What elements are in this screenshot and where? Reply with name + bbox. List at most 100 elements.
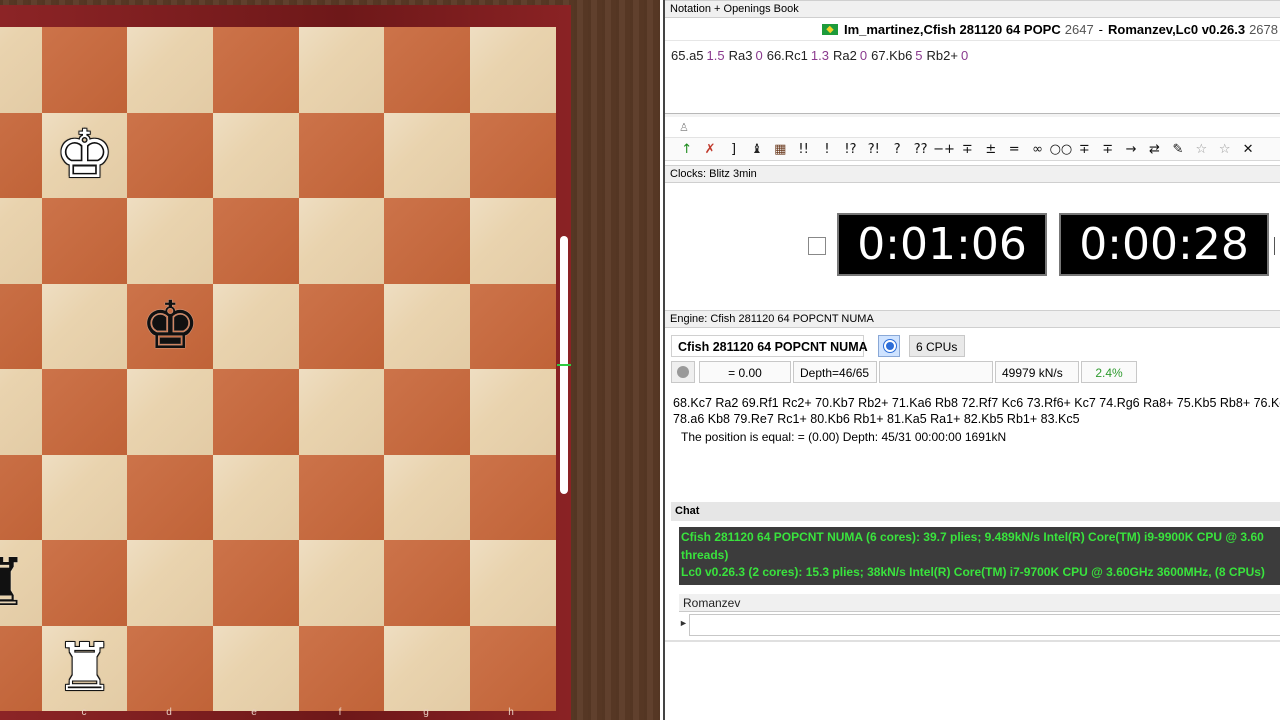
board-square[interactable] bbox=[127, 369, 214, 455]
board-square[interactable] bbox=[384, 454, 471, 540]
chess-board[interactable]: ♚ ♚ ♜♜ bbox=[0, 27, 556, 711]
black-player[interactable]: Romanzev,Lc0 v0.26.3 bbox=[1108, 22, 1245, 37]
board-square[interactable]: ♚ bbox=[127, 283, 214, 370]
board-square[interactable] bbox=[298, 369, 385, 455]
board-square[interactable] bbox=[41, 27, 128, 113]
board-square[interactable] bbox=[0, 283, 42, 369]
board-square[interactable] bbox=[127, 27, 214, 113]
move[interactable]: Ra3 bbox=[729, 48, 753, 63]
board-square[interactable] bbox=[127, 198, 214, 284]
board-square[interactable] bbox=[41, 540, 128, 626]
board-square[interactable] bbox=[298, 112, 385, 198]
board-square[interactable] bbox=[298, 27, 385, 113]
annotation-button[interactable]: ∓ bbox=[1073, 142, 1096, 157]
black-rook-icon[interactable]: ♜ bbox=[0, 540, 42, 626]
board-square[interactable]: ♜ bbox=[0, 540, 42, 626]
board-square[interactable] bbox=[384, 198, 471, 284]
annotation-button[interactable]: ] bbox=[722, 142, 745, 157]
black-king-icon[interactable]: ♚ bbox=[127, 284, 213, 370]
move[interactable]: 67.Kb6 bbox=[871, 48, 912, 63]
board-square[interactable] bbox=[213, 283, 299, 369]
annotation-button[interactable]: ✕ bbox=[1236, 142, 1259, 157]
board-square[interactable] bbox=[0, 198, 42, 284]
cpus-button[interactable]: 6 CPUs bbox=[909, 335, 965, 357]
annotation-button[interactable]: = bbox=[1002, 142, 1025, 157]
annotation-button[interactable]: ∓ bbox=[956, 142, 979, 157]
board-square[interactable] bbox=[213, 454, 299, 540]
board-square[interactable] bbox=[470, 540, 556, 626]
move[interactable]: Rb2+ bbox=[927, 48, 958, 63]
white-king-icon[interactable]: ♚ bbox=[42, 113, 128, 199]
engine-status-icon[interactable] bbox=[671, 361, 695, 383]
board-square[interactable] bbox=[41, 454, 128, 540]
move-list[interactable]: 65.a5 1.5 Ra3 0 66.Rc1 1.3 Ra2 0 67.Kb6 5 Rb2+ 0 bbox=[671, 48, 1271, 63]
board-square[interactable] bbox=[470, 198, 556, 284]
board-square[interactable] bbox=[298, 625, 385, 711]
board-square[interactable] bbox=[298, 198, 385, 284]
annotation-button[interactable]: ! bbox=[815, 142, 838, 157]
board-square[interactable] bbox=[298, 454, 385, 540]
annotation-button[interactable]: ☆ bbox=[1213, 142, 1236, 157]
annotation-button[interactable]: ± bbox=[979, 142, 1002, 157]
board-square[interactable] bbox=[298, 540, 385, 626]
board-square[interactable] bbox=[213, 369, 299, 455]
board-square[interactable]: ♚ bbox=[41, 112, 128, 199]
chat-input[interactable] bbox=[689, 614, 1280, 636]
board-square[interactable] bbox=[384, 540, 471, 626]
white-rook-icon[interactable]: ♜ bbox=[42, 626, 128, 712]
annotation-button[interactable]: ✎ bbox=[1166, 142, 1189, 157]
board-square[interactable] bbox=[470, 454, 556, 540]
board-square[interactable] bbox=[470, 283, 556, 369]
engine-name[interactable]: Cfish 281120 64 POPCNT NUMA bbox=[671, 335, 868, 357]
annotation-button[interactable]: !! bbox=[792, 142, 815, 157]
move[interactable]: 66.Rc1 bbox=[767, 48, 808, 63]
annotation-button[interactable]: ?! bbox=[862, 142, 885, 157]
annotation-button[interactable]: ▦ bbox=[769, 142, 792, 157]
annotation-button[interactable]: !? bbox=[839, 142, 862, 157]
board-square[interactable] bbox=[470, 369, 556, 455]
annotation-button[interactable]: ↑ bbox=[675, 142, 698, 157]
annotation-button[interactable]: ∓ bbox=[1096, 142, 1119, 157]
annotation-button[interactable]: → bbox=[1119, 142, 1142, 157]
board-square[interactable] bbox=[384, 283, 471, 369]
board-square[interactable] bbox=[41, 283, 128, 369]
clock-checkbox[interactable] bbox=[808, 237, 826, 255]
board-square[interactable] bbox=[0, 112, 42, 198]
board-square[interactable] bbox=[127, 112, 214, 198]
board-square[interactable] bbox=[127, 454, 214, 540]
board-square[interactable] bbox=[298, 283, 385, 369]
board-square[interactable] bbox=[470, 112, 556, 198]
board-square[interactable] bbox=[41, 198, 128, 284]
annotation-button[interactable]: −+ bbox=[932, 142, 955, 157]
annotation-button[interactable]: ⇄ bbox=[1143, 142, 1166, 157]
board-square[interactable] bbox=[213, 198, 299, 284]
move[interactable]: Ra2 bbox=[833, 48, 857, 63]
board-square[interactable] bbox=[470, 625, 556, 711]
board-square[interactable] bbox=[213, 27, 299, 113]
move[interactable]: 65.a5 bbox=[671, 48, 704, 63]
board-square[interactable]: ♜ bbox=[41, 625, 128, 712]
annotation-button[interactable]: ∞ bbox=[1026, 142, 1049, 157]
board-square[interactable] bbox=[127, 625, 214, 711]
board-square[interactable] bbox=[0, 625, 42, 711]
annotation-button[interactable]: ?? bbox=[909, 142, 932, 157]
board-square[interactable] bbox=[384, 369, 471, 455]
panel-splitter[interactable] bbox=[665, 113, 1280, 117]
annotation-button[interactable]: ♝ bbox=[745, 142, 768, 157]
annotation-button[interactable]: ○○ bbox=[1049, 142, 1073, 157]
board-square[interactable] bbox=[213, 625, 299, 711]
board-square[interactable] bbox=[127, 540, 214, 626]
pawn-icon[interactable]: ♙ bbox=[679, 121, 689, 134]
board-square[interactable] bbox=[41, 369, 128, 455]
white-player[interactable]: Im_martinez,Cfish 281120 64 POPC bbox=[844, 22, 1061, 37]
board-square[interactable] bbox=[0, 454, 42, 540]
board-square[interactable] bbox=[384, 112, 471, 198]
engine-stop-button[interactable] bbox=[878, 335, 900, 357]
board-square[interactable] bbox=[213, 112, 299, 198]
board-square[interactable] bbox=[0, 369, 42, 455]
annotation-button[interactable]: ? bbox=[886, 142, 909, 157]
board-square[interactable] bbox=[0, 27, 42, 113]
board-square[interactable] bbox=[384, 27, 471, 113]
annotation-button[interactable]: ✗ bbox=[698, 142, 721, 157]
board-square[interactable] bbox=[384, 625, 471, 711]
